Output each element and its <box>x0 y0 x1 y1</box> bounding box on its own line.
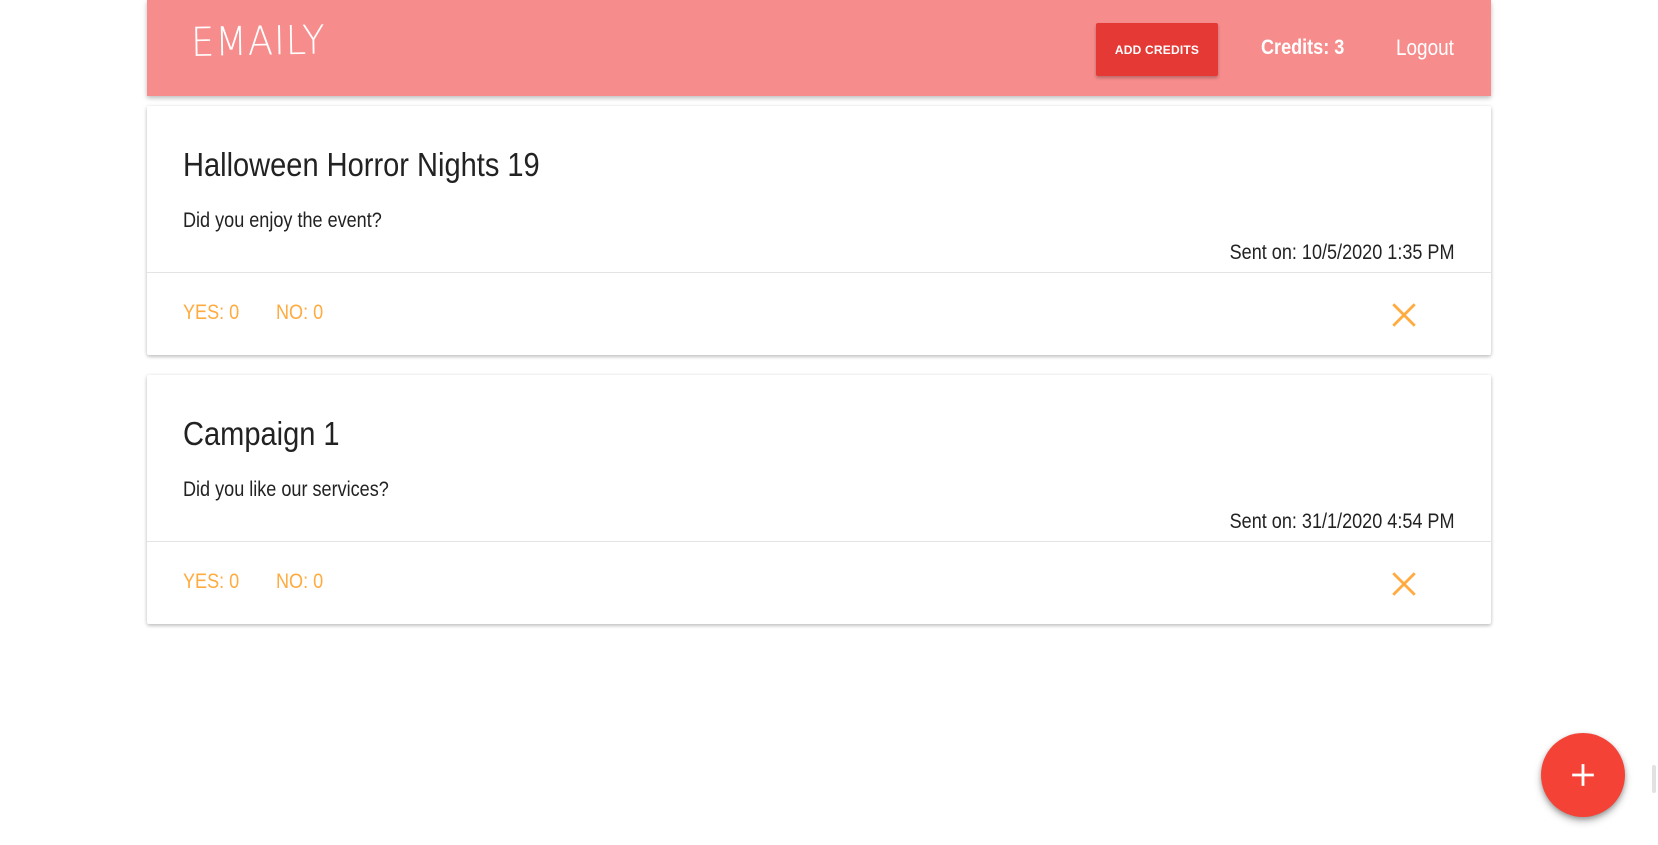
survey-question: Did you enjoy the event? <box>183 209 382 232</box>
logout-link[interactable]: Logout <box>1396 35 1454 61</box>
survey-card-content: Halloween Horror Nights 19 Did you enjoy… <box>147 106 1491 272</box>
survey-sent-date: Sent on: 31/1/2020 4:54 PM <box>1230 510 1455 533</box>
plus-icon <box>1572 764 1594 786</box>
survey-card: Campaign 1 Did you like our services? Se… <box>147 375 1491 624</box>
yes-count[interactable]: YES: 0 <box>183 301 239 325</box>
no-count[interactable]: NO: 0 <box>276 301 323 325</box>
survey-card: Halloween Horror Nights 19 Did you enjoy… <box>147 106 1491 355</box>
navbar: EMAILY ADD CREDITS Credits: 3 Logout <box>147 0 1491 96</box>
add-survey-button[interactable] <box>1541 733 1625 817</box>
survey-card-actions: YES: 0 NO: 0 <box>147 541 1491 624</box>
close-icon[interactable] <box>1391 302 1417 328</box>
page-container: EMAILY ADD CREDITS Credits: 3 Logout Hal… <box>147 0 1491 624</box>
yes-count[interactable]: YES: 0 <box>183 570 239 594</box>
survey-title: Halloween Horror Nights 19 <box>183 146 540 183</box>
survey-question: Did you like our services? <box>183 478 389 501</box>
add-credits-button[interactable]: ADD CREDITS <box>1096 23 1218 76</box>
scrollbar-edge[interactable] <box>1652 765 1656 793</box>
survey-card-content: Campaign 1 Did you like our services? Se… <box>147 375 1491 541</box>
logo[interactable]: EMAILY <box>191 17 326 66</box>
survey-card-actions: YES: 0 NO: 0 <box>147 272 1491 355</box>
survey-title: Campaign 1 <box>183 415 340 452</box>
credits-count: Credits: 3 <box>1261 36 1345 59</box>
no-count[interactable]: NO: 0 <box>276 570 323 594</box>
close-icon[interactable] <box>1391 571 1417 597</box>
survey-sent-date: Sent on: 10/5/2020 1:35 PM <box>1230 241 1455 264</box>
